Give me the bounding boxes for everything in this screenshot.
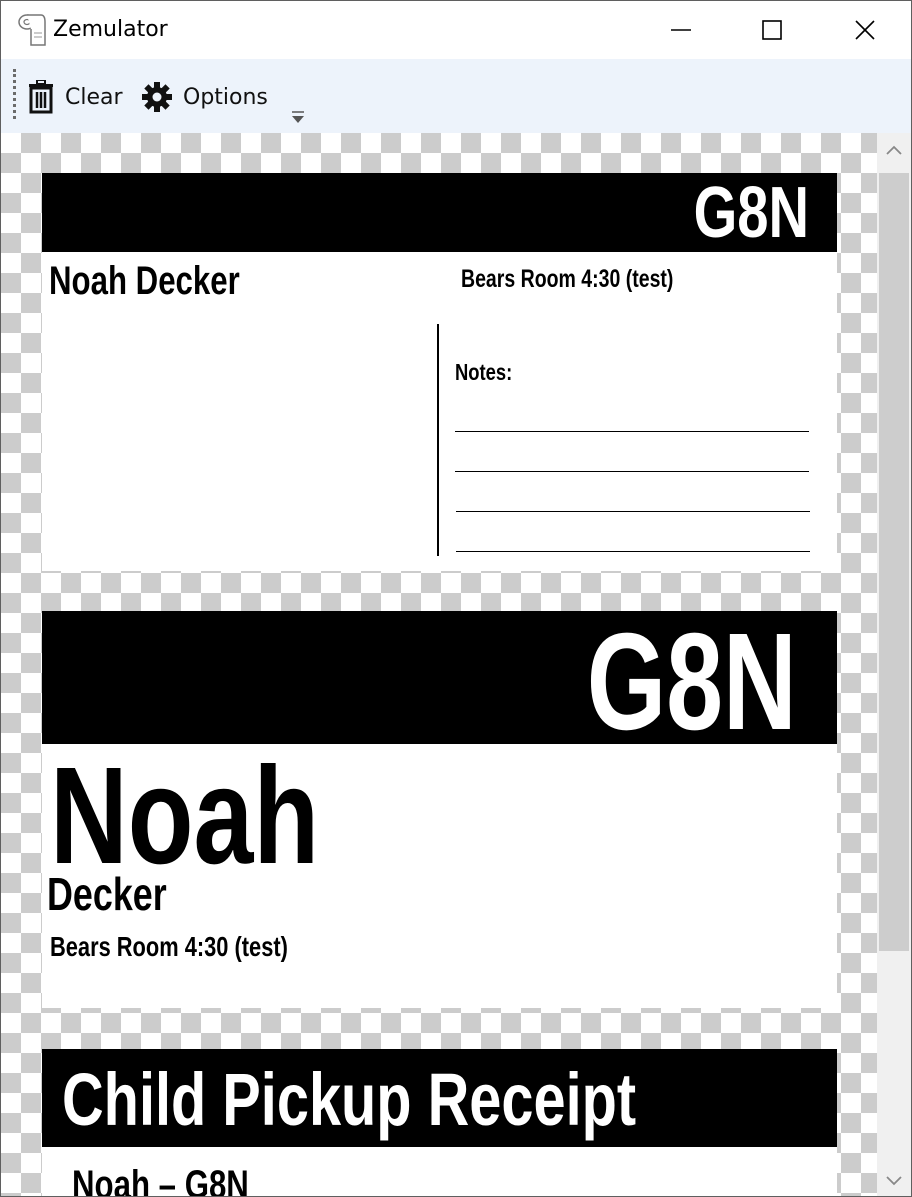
clear-button[interactable]: Clear	[27, 77, 123, 117]
options-label: Options	[183, 84, 268, 110]
label-header-band: Child Pickup Receipt	[42, 1049, 837, 1147]
maximize-button[interactable]	[726, 1, 818, 59]
clear-label: Clear	[65, 84, 123, 110]
notes-line	[456, 511, 810, 512]
scroll-thumb[interactable]	[879, 173, 909, 951]
security-code: G8N	[587, 611, 797, 759]
child-name: Noah Decker	[49, 259, 240, 303]
title-bar[interactable]: Zemulator	[1, 1, 911, 59]
notes-line	[456, 551, 810, 552]
receipt-subtitle: Noah – G8N	[72, 1163, 249, 1197]
close-icon	[855, 20, 875, 40]
big-name-label: G8N Noah Decker Bears Room 4:30 (test)	[42, 611, 837, 1008]
printer-roll-icon	[18, 14, 46, 46]
receipt-title: Child Pickup Receipt	[62, 1058, 637, 1141]
security-code: G8N	[693, 173, 809, 253]
notes-line	[455, 471, 809, 472]
vertical-scrollbar[interactable]	[877, 133, 911, 1196]
gear-icon	[142, 82, 172, 112]
chevron-up-icon	[886, 145, 902, 155]
toolbar: Clear Options	[1, 59, 911, 133]
options-button[interactable]: Options	[141, 77, 268, 117]
label-header-band: G8N	[42, 173, 837, 252]
maximize-icon	[762, 20, 782, 40]
trash-icon	[29, 80, 53, 114]
chevron-down-icon	[886, 1176, 902, 1186]
label-preview-area: G8N Noah Decker Bears Room 4:30 (test) N…	[1, 133, 877, 1197]
scroll-up-button[interactable]	[877, 133, 911, 167]
minimize-icon	[671, 29, 691, 31]
window-title: Zemulator	[53, 17, 168, 42]
room-text: Bears Room 4:30 (test)	[50, 931, 288, 962]
toolbar-grip[interactable]	[13, 69, 17, 119]
emulator-window: Zemulator Clear Options G8N Noah Decker …	[0, 0, 912, 1197]
toolbar-overflow-icon[interactable]	[289, 107, 307, 127]
notes-label: Notes:	[455, 359, 513, 385]
scroll-down-button[interactable]	[877, 1164, 911, 1196]
pickup-receipt-label: Child Pickup Receipt Noah – G8N	[42, 1049, 837, 1197]
child-last-name: Decker	[47, 868, 167, 920]
name-tag-label: G8N Noah Decker Bears Room 4:30 (test) N…	[42, 173, 837, 571]
room-text: Bears Room 4:30 (test)	[461, 265, 674, 293]
minimize-button[interactable]	[635, 1, 727, 59]
notes-line	[455, 431, 809, 432]
close-button[interactable]	[819, 1, 911, 59]
label-header-band: G8N	[42, 611, 837, 751]
vertical-divider	[437, 324, 439, 556]
